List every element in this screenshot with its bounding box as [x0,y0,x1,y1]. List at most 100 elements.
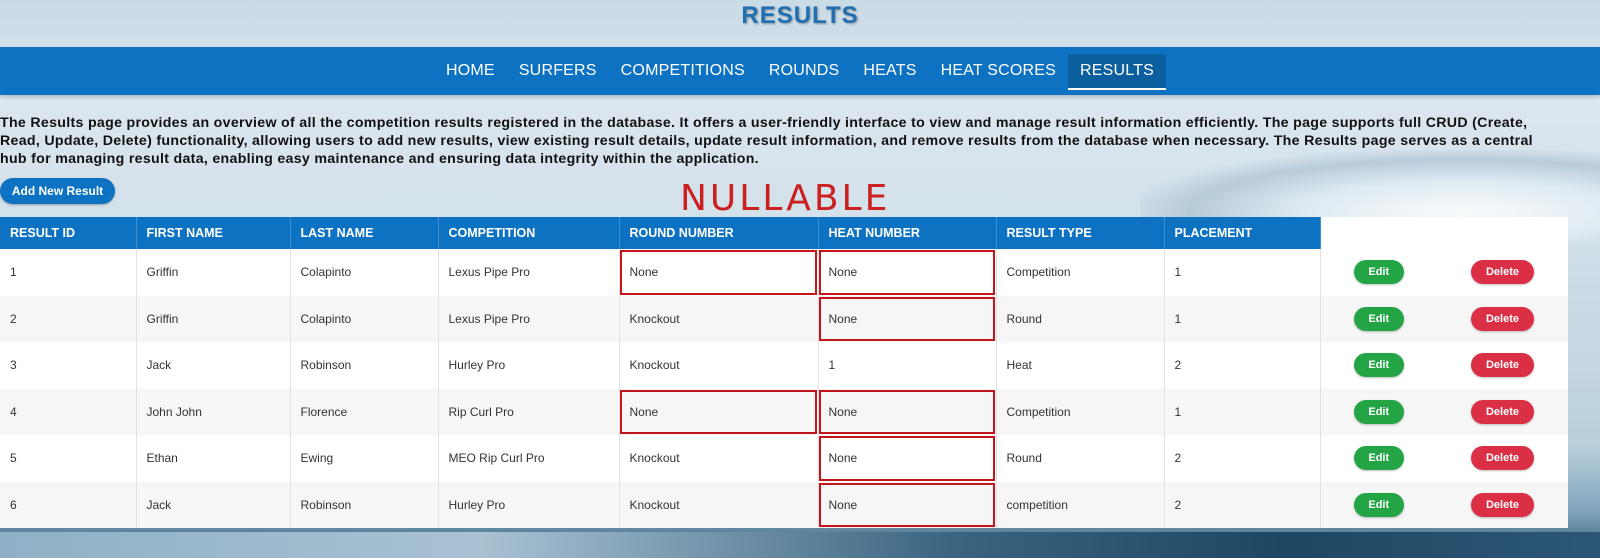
table-cell: Colapinto [290,295,439,342]
table-cell-highlighted: None [818,435,997,482]
results-table: RESULT ID FIRST NAME LAST NAME COMPETITI… [0,217,1569,528]
table-cell: Knockout [619,435,819,482]
table-row: 1 Griffin Colapinto Lexus Pipe Pro None … [0,249,1568,296]
table-cell: Lexus Pipe Pro [438,249,620,296]
add-new-result-button[interactable]: Add New Result [0,178,115,204]
table-header-row: RESULT ID FIRST NAME LAST NAME COMPETITI… [0,217,1568,249]
nav-item-home[interactable]: HOME [434,47,507,95]
table-cell-highlighted: None [818,481,997,528]
table-cell: 2 [1164,342,1321,389]
table-cell: Ethan [136,435,291,482]
table-cell-highlighted: None [818,388,997,435]
delete-button[interactable]: Delete [1471,306,1534,331]
table-cell: Knockout [619,342,819,389]
edit-cell: Edit [1320,481,1437,528]
table-cell: Ewing [290,435,439,482]
table-cell-highlighted: None [619,249,819,296]
table-cell: Robinson [290,481,439,528]
table-cell: Competition [996,249,1165,296]
table-cell-highlighted: None [818,249,997,296]
column-header: ROUND NUMBER [619,217,819,249]
edit-button[interactable]: Edit [1353,260,1404,285]
table-cell: Competition [996,388,1165,435]
column-header-blank [1437,217,1568,249]
delete-button[interactable]: Delete [1471,399,1534,424]
nav-item-competitions[interactable]: COMPETITIONS [609,47,757,95]
table-cell: Knockout [619,295,819,342]
table-cell: Hurley Pro [438,481,620,528]
table-cell: Griffin [136,249,291,296]
table-cell: Hurley Pro [438,342,620,389]
nullable-annotation: NULLABLE [680,178,891,219]
edit-button[interactable]: Edit [1353,492,1404,517]
table-cell: Robinson [290,342,439,389]
nav-item-heat-scores[interactable]: HEAT SCORES [929,47,1068,95]
table-cell: 3 [0,342,137,389]
table-cell: Rip Curl Pro [438,388,620,435]
column-header: LAST NAME [290,217,439,249]
table-cell: 1 [0,249,137,296]
table-cell: John John [136,388,291,435]
table-cell: competition [996,481,1165,528]
delete-cell: Delete [1437,295,1568,342]
edit-button[interactable]: Edit [1353,399,1404,424]
column-header: RESULT ID [0,217,137,249]
table-cell: 1 [1164,295,1321,342]
table-cell: Florence [290,388,439,435]
delete-cell: Delete [1437,388,1568,435]
background-water [0,532,1600,558]
delete-cell: Delete [1437,481,1568,528]
edit-cell: Edit [1320,295,1437,342]
table-cell: Colapinto [290,249,439,296]
edit-button[interactable]: Edit [1353,446,1404,471]
column-header-blank [1320,217,1437,249]
table-cell: 2 [1164,481,1321,528]
table-cell: 2 [0,295,137,342]
table-cell: Jack [136,481,291,528]
table-cell: 4 [0,388,137,435]
table-cell: 1 [1164,249,1321,296]
table-row: 2 Griffin Colapinto Lexus Pipe Pro Knock… [0,295,1568,342]
page-description: The Results page provides an overview of… [0,115,1533,167]
main-navbar: HOME SURFERS COMPETITIONS ROUNDS HEATS H… [0,47,1600,95]
delete-button[interactable]: Delete [1471,260,1534,285]
column-header: RESULT TYPE [996,217,1165,249]
nav-item-results[interactable]: RESULTS [1067,54,1166,90]
column-header: FIRST NAME [136,217,291,249]
table-cell: Heat [996,342,1165,389]
table-cell: 6 [0,481,137,528]
table-row: 5 Ethan Ewing MEO Rip Curl Pro Knockout … [0,435,1568,482]
table-row: 6 Jack Robinson Hurley Pro Knockout None… [0,481,1568,528]
table-row: 3 Jack Robinson Hurley Pro Knockout 1 He… [0,342,1568,389]
delete-cell: Delete [1437,342,1568,389]
delete-cell: Delete [1437,435,1568,482]
table-cell: 5 [0,435,137,482]
table-cell: Round [996,435,1165,482]
column-header: COMPETITION [438,217,620,249]
table-cell: Knockout [619,481,819,528]
delete-button[interactable]: Delete [1471,446,1534,471]
delete-button[interactable]: Delete [1471,353,1534,378]
column-header: HEAT NUMBER [818,217,997,249]
table-cell: Round [996,295,1165,342]
edit-cell: Edit [1320,249,1437,296]
page-title: RESULTS [741,2,859,29]
edit-cell: Edit [1320,388,1437,435]
table-cell: 1 [1164,388,1321,435]
table-row: 4 John John Florence Rip Curl Pro None N… [0,388,1568,435]
table-cell: Jack [136,342,291,389]
nav-item-rounds[interactable]: ROUNDS [757,47,852,95]
edit-button[interactable]: Edit [1353,353,1404,378]
edit-button[interactable]: Edit [1353,306,1404,331]
delete-button[interactable]: Delete [1471,492,1534,517]
table-cell-highlighted: None [619,388,819,435]
table-cell: Griffin [136,295,291,342]
nav-item-heats[interactable]: HEATS [851,47,928,95]
table-cell: Lexus Pipe Pro [438,295,620,342]
table-cell-highlighted: None [818,295,997,342]
nav-item-surfers[interactable]: SURFERS [507,47,609,95]
table-cell: 1 [818,342,997,389]
edit-cell: Edit [1320,435,1437,482]
column-header: PLACEMENT [1164,217,1321,249]
table-cell: MEO Rip Curl Pro [438,435,620,482]
